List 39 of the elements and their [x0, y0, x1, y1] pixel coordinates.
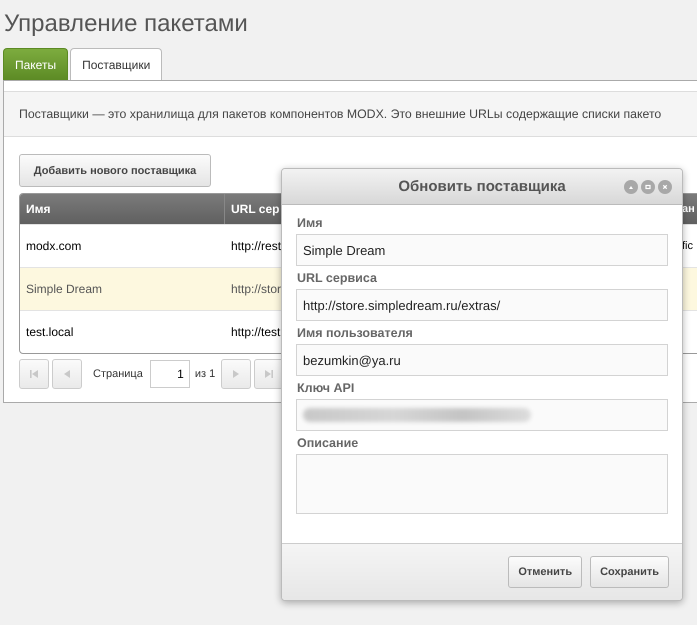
collapse-button[interactable]: [624, 180, 638, 194]
page-title: Управление пакетами: [3, 9, 249, 38]
last-page-icon: [264, 369, 274, 379]
input-field[interactable]: bezumkin@ya.ru: [296, 344, 668, 376]
tab[interactable]: Поставщики: [70, 48, 162, 80]
field-label: Описание: [297, 436, 360, 450]
maximize-icon: [643, 182, 653, 192]
field-label: Имя пользователя: [297, 326, 414, 340]
table-cell: fic: [682, 240, 693, 252]
table-cell: http://test: [231, 325, 280, 339]
page-label: Страница: [93, 368, 143, 380]
table-cell: modx.com: [26, 239, 82, 253]
api-key-field[interactable]: [296, 399, 668, 431]
dialog-title: Обновить поставщика: [398, 178, 566, 195]
input-field[interactable]: Simple Dream: [296, 234, 668, 266]
close-button[interactable]: [658, 180, 672, 194]
maximize-button[interactable]: [641, 180, 655, 194]
previous-page-icon: [62, 369, 72, 379]
field-label: URL сервиса: [297, 271, 378, 285]
description-field[interactable]: [296, 454, 668, 514]
close-icon: [660, 182, 670, 192]
column-header[interactable]: Имя: [26, 202, 51, 216]
page-count: из 1: [194, 368, 216, 380]
save-button[interactable]: Сохранить: [590, 556, 669, 588]
table-cell: http://stor: [231, 282, 282, 296]
add-provider-button[interactable]: Добавить нового поставщика: [19, 154, 211, 187]
first-page-icon: [29, 369, 39, 379]
field-label: Ключ API: [297, 381, 356, 395]
field-label: Имя: [297, 216, 324, 230]
input-field[interactable]: http://store.simpledream.ru/extras/: [296, 289, 668, 321]
column-header[interactable]: URL сер: [231, 202, 280, 216]
table-cell: http://rest: [231, 239, 282, 253]
page-number-field[interactable]: 1: [150, 360, 190, 388]
next-page-icon: [231, 369, 242, 379]
table-cell: test.local: [26, 325, 74, 339]
table-cell: Simple Dream: [26, 282, 102, 296]
column-header[interactable]: ан: [682, 203, 695, 215]
cancel-button[interactable]: Отменить: [508, 556, 582, 588]
description-text: Поставщики — это хранилища для пакетов компонентов MODX. Это внешние URLы содержащие списки пакето: [4, 91, 697, 137]
